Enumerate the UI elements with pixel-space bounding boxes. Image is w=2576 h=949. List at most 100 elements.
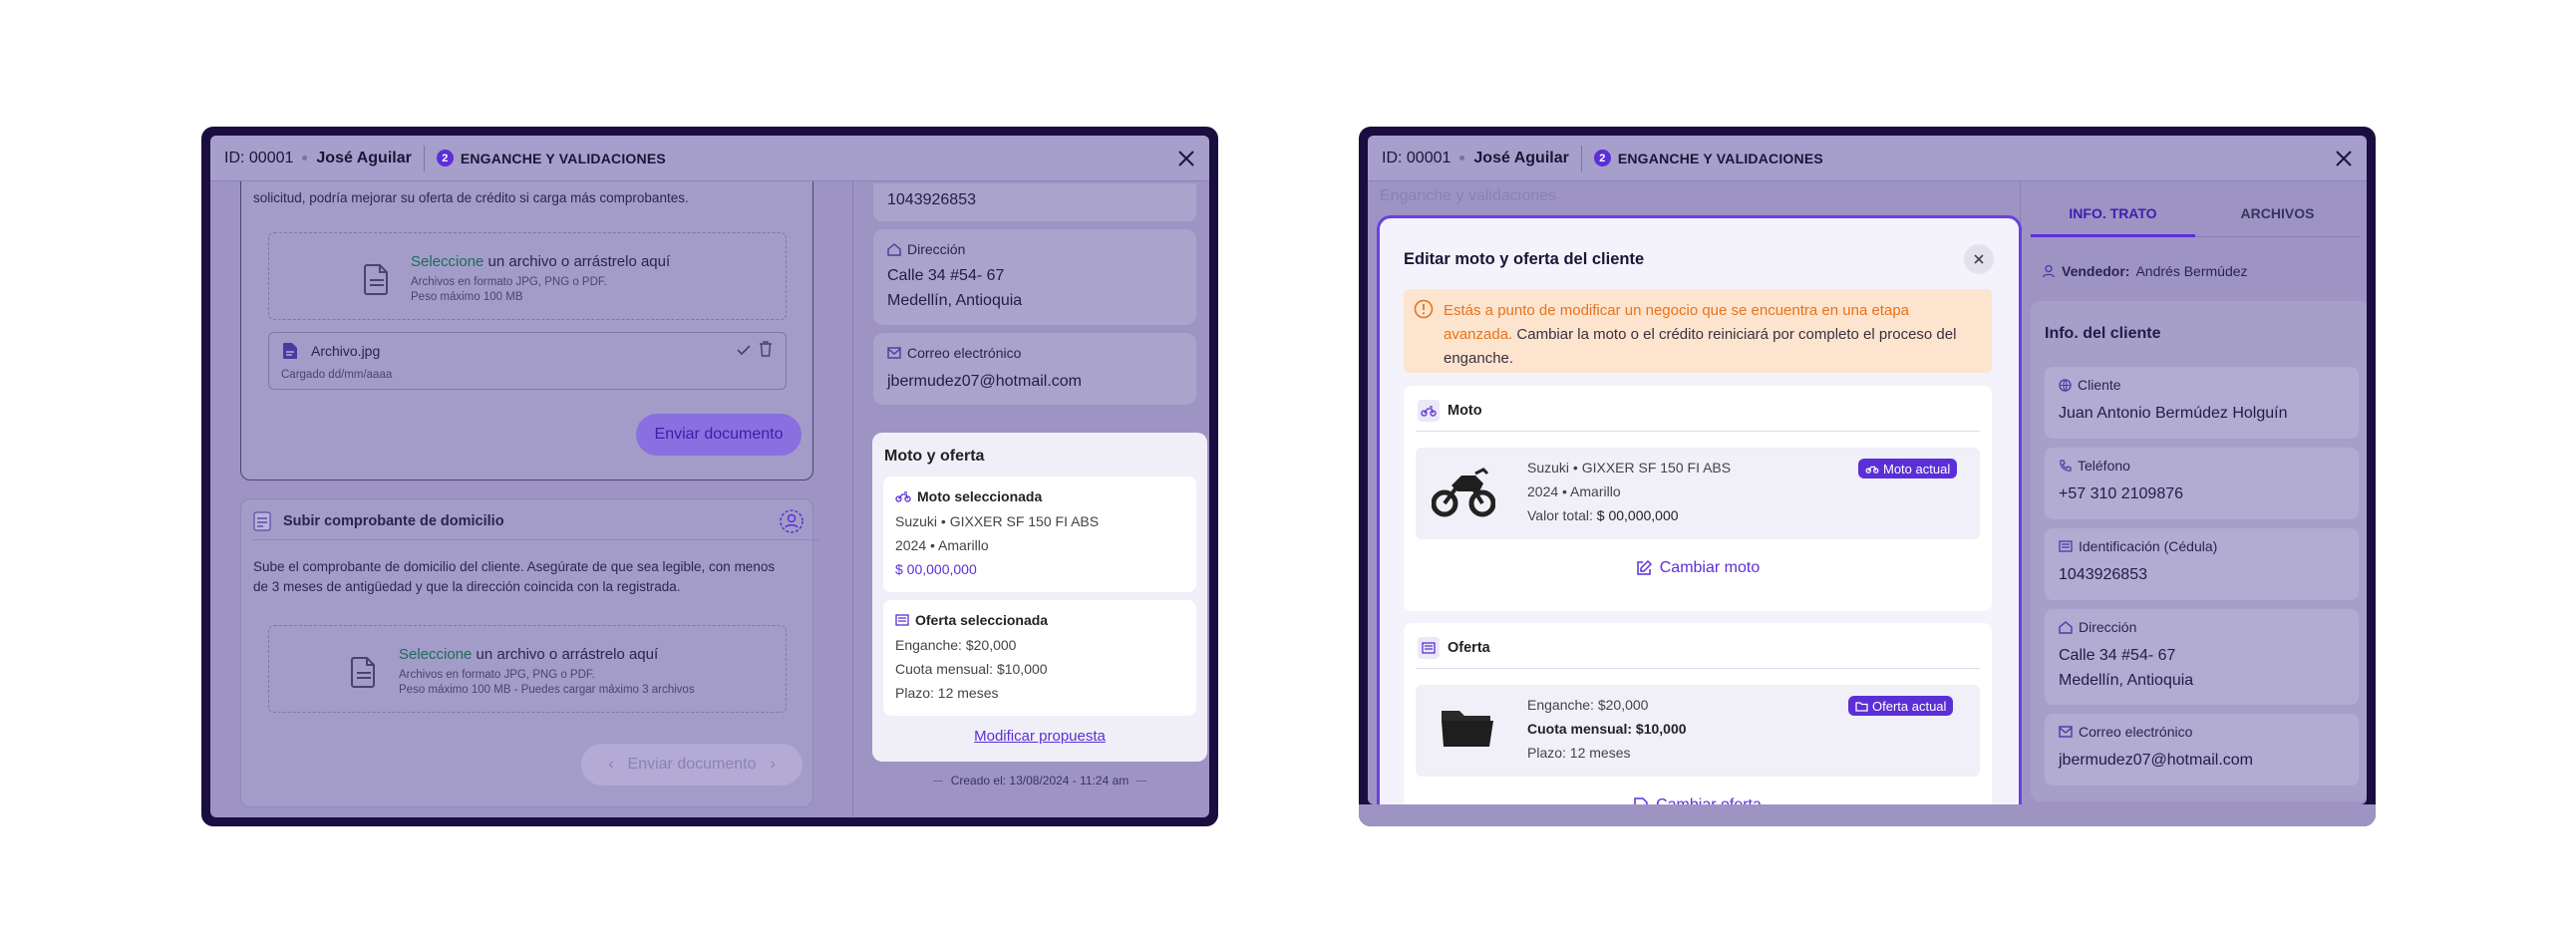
moto-line-1: Suzuki • GIXXER SF 150 FI ABS [1527,460,1732,475]
field-direccion: Dirección Calle 34 #54- 67 Medellín, Ant… [2045,609,2359,705]
modal-title: Editar moto y oferta del cliente [1404,250,1645,268]
divider [1416,668,1980,669]
id-card-icon [2059,540,2073,552]
edit-icon [1637,560,1652,575]
dropzone-title: Seleccione un archivo o arrástrelo aquí [411,253,670,270]
client-name: José Aguilar [316,149,412,166]
dropzone[interactable]: Seleccione un archivo o arrástrelo aquí … [268,232,787,320]
domicilio-card: Subir comprobante de domicilio Sube el c… [240,498,819,807]
doc-upload-icon [253,511,271,536]
globe-icon [2059,378,2072,392]
tab-info-trato[interactable]: INFO. TRATO [2031,205,2195,221]
vendedor-value: Andrés Bermúdez [2135,263,2248,279]
chevron-left-icon: ‹ [608,756,614,773]
uploaded-file-row: Archivo.jpg Cargado dd/mm/aaaa [268,332,787,390]
tab-archivos[interactable]: ARCHIVOS [2195,205,2360,221]
client-info-panel: Info. del cliente Cliente Juan Antonio B… [2031,301,2367,801]
moto-section-title: Moto [1418,400,1482,422]
field-label: Correo electrónico [2059,724,2192,740]
oferta-selected-label: Oferta seleccionada [895,612,1048,628]
step-number-badge: 2 [1593,150,1611,166]
cambiar-moto-button[interactable]: Cambiar moto [1404,559,1992,577]
field-value: 1043926853 [2059,566,2147,583]
warning-text: Estás a punto de modificar un negocio qu… [1444,299,1982,371]
dropzone[interactable]: Seleccione un archivo o arrástrelo aquí … [268,625,787,713]
folder-icon [1855,701,1868,712]
file-date: Cargado dd/mm/aaaa [281,369,393,381]
window-header: ID: 00001 José Aguilar 2 ENGANCHE Y VALI… [1368,136,2367,181]
mail-icon [2059,726,2073,738]
moto-selected-label: Moto seleccionada [895,488,1042,504]
modificar-propuesta-link[interactable]: Modificar propuesta [872,728,1207,745]
domicilio-desc-1: Sube el comprobante de domicilio del cli… [253,559,776,574]
dropzone-hint-1: Archivos en formato JPG, PNG o PDF. [411,276,607,288]
user-badge-icon [780,509,804,538]
oferta-line-2: Cuota mensual: $10,000 [1527,721,1687,737]
moto-line-1: Suzuki • GIXXER SF 150 FI ABS [895,513,1100,529]
warning-icon [1414,299,1434,324]
moto-oferta-title: Moto y oferta [884,448,985,465]
warning-banner: Estás a punto de modificar un negocio qu… [1404,289,1992,373]
vendedor-label: Vendedor: [2062,263,2130,279]
window-header: ID: 00001 José Aguilar 2 ENGANCHE Y VALI… [210,136,1209,181]
moto-valor: Valor total: $ 00,000,000 [1527,507,1679,523]
direccion-line-1: Calle 34 #54- 67 [887,267,1005,284]
field-label: Dirección [2059,619,2136,635]
documents-column: solicitud, podría mejorar su oferta de c… [210,161,838,817]
field-label: Identificación (Cédula) [2059,538,2217,554]
right-window-content: Enganche y validaciones INFO. TRATO ARCH… [1368,136,2367,804]
dropzone-hint-1: Archivos en formato JPG, PNG o PDF. [399,669,595,681]
client-info-title: Info. del cliente [2045,325,2161,342]
deal-id: ID: 00001 [1382,149,1451,166]
dropzone-select-link[interactable]: Seleccione [411,253,483,270]
left-window: solicitud, podría mejorar su oferta de c… [201,127,1218,826]
oferta-line-1: Enganche: $20,000 [1527,697,1649,713]
domicilio-desc-2: de 3 meses de antigüedad y que la direcc… [253,579,681,594]
send-document-button-disabled[interactable]: ‹ Enviar documento › [581,744,803,786]
correo-value: jbermudez07@hotmail.com [887,373,1082,390]
left-window-content: solicitud, podría mejorar su oferta de c… [210,136,1209,817]
right-window: Enganche y validaciones INFO. TRATO ARCH… [1359,127,2376,826]
oferta-line-3: Plazo: 12 meses [895,685,999,701]
phone-icon [2060,459,2072,472]
modal-close-button[interactable] [1964,244,1994,274]
motorcycle-icon [1418,400,1440,422]
cambiar-oferta-button[interactable]: Cambiar oferta [1404,796,1992,804]
check-icon [736,342,752,363]
id-value: 1043926853 [887,191,976,208]
upload-hint-text: solicitud, podría mejorar su oferta de c… [253,190,689,205]
oferta-section: Oferta Enganche: $20,000 Cuota mensual: … [1404,623,1992,804]
warning-text-rest: Cambiar la moto o el crédito reiniciará … [1444,326,1957,367]
oferta-line-2: Cuota mensual: $10,000 [895,661,1048,677]
send-document-button[interactable]: Enviar documento [636,414,802,456]
field-label: Cliente [2059,377,2121,393]
dropzone-select-link[interactable]: Seleccione [399,646,472,663]
close-icon [1974,254,1984,264]
moto-selected-card: Moto seleccionada Suzuki • GIXXER SF 150… [883,476,1196,592]
field-cliente: Cliente Juan Antonio Bermúdez Holguín [2045,367,2359,439]
close-icon[interactable] [1173,146,1199,171]
motorcycle-icon [1865,466,1879,474]
direccion-card: Dirección Calle 34 #54- 67 Medellín, Ant… [873,229,1196,325]
client-name: José Aguilar [1473,149,1569,166]
document-icon [351,656,377,693]
dropzone-hint-2: Peso máximo 100 MB - Puedes cargar máxim… [399,684,695,696]
dropzone-title-rest: un archivo o arrástrelo aquí [483,253,671,270]
trash-icon[interactable] [759,341,773,362]
oferta-section-title: Oferta [1418,637,1490,659]
close-icon[interactable] [2331,146,2357,171]
file-name: Archivo.jpg [311,343,381,359]
oferta-line-1: Enganche: $20,000 [895,637,1017,653]
moto-line-2: 2024 • Amarillo [1527,483,1621,499]
field-value: Juan Antonio Bermúdez Holguín [2059,405,2288,422]
header-divider [423,145,425,171]
file-icon [283,343,297,364]
offer-icon [1418,637,1440,659]
home-icon [887,243,901,256]
oferta-selected-card: Oferta seleccionada Enganche: $20,000 Cu… [883,600,1196,716]
send-document-label: Enviar documento [627,756,757,773]
direccion-label: Dirección [887,241,965,257]
vendedor-row: Vendedor: Andrés Bermúdez [2042,263,2248,279]
dropzone-hint-2: Peso máximo 100 MB [411,291,523,303]
correo-card: Correo electrónico jbermudez07@hotmail.c… [873,333,1196,405]
